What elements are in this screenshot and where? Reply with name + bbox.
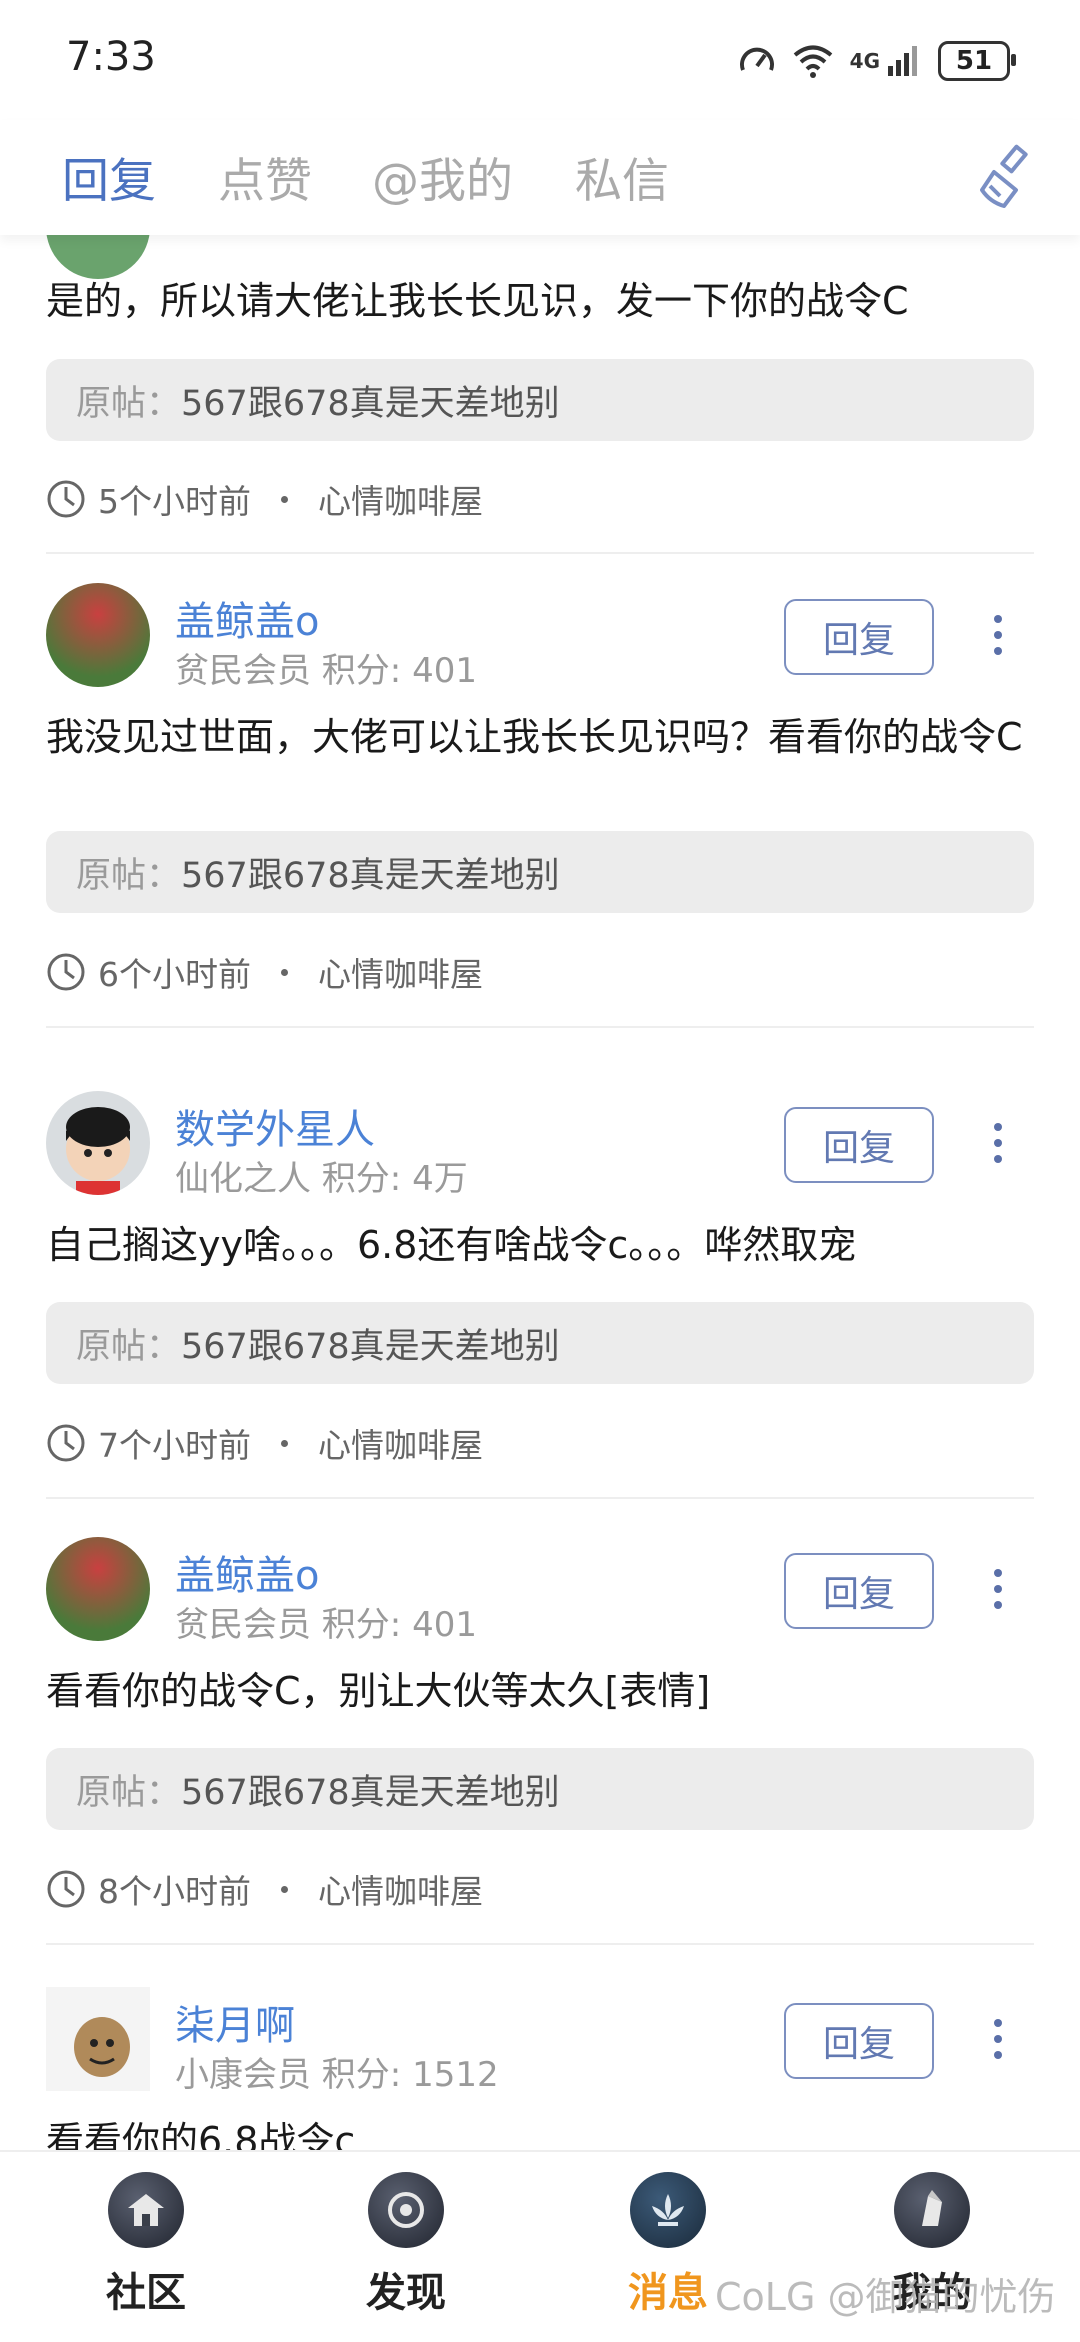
message-icon [630, 2172, 706, 2248]
wifi-icon [793, 45, 832, 78]
username[interactable]: 盖鲸盖o [175, 1543, 319, 1601]
reply-time: 7个小时前 [98, 1426, 251, 1465]
reply-button[interactable]: 回复 [784, 2003, 934, 2079]
reply-content[interactable]: 自己搁这yy啥。。。6.8还有啥战令c。。。哗然取宠 [46, 1219, 1026, 1271]
original-post-label: 原帖： [76, 1326, 182, 1367]
separator-dot [281, 1885, 288, 1893]
divider [46, 1943, 1034, 1945]
clock-icon [47, 480, 85, 518]
divider [46, 1026, 1034, 1028]
reply-footer: 8个小时前 心情咖啡屋 [46, 1864, 483, 1914]
reply-footer: 7个小时前 心情咖啡屋 [46, 1418, 483, 1468]
more-icon[interactable] [980, 2009, 1016, 2069]
username[interactable]: 数学外星人 [175, 1097, 375, 1155]
signal-icon [888, 46, 917, 76]
reply-button[interactable]: 回复 [784, 599, 934, 675]
avatar[interactable] [46, 1987, 150, 2091]
nav-label: 发现 [366, 2270, 446, 2316]
avatar[interactable] [46, 1537, 150, 1641]
avatar[interactable] [46, 583, 150, 687]
original-post-label: 原帖： [76, 855, 182, 896]
board-name[interactable]: 心情咖啡屋 [318, 475, 483, 523]
reply-time: 5个小时前 [98, 482, 251, 521]
clock-icon [47, 1870, 85, 1908]
more-icon[interactable] [980, 1559, 1016, 1619]
board-name[interactable]: 心情咖啡屋 [318, 1865, 483, 1913]
original-post-title: 567跟678真是天差地别 [181, 1326, 560, 1367]
reply-content[interactable]: 我没见过世面，大佬可以让我长长见识吗？看看你的战令C [46, 711, 1026, 763]
board-name[interactable]: 心情咖啡屋 [318, 948, 483, 996]
clear-brush-icon[interactable] [972, 142, 1042, 212]
status-bar: 7:33 4G 51 [0, 0, 1080, 120]
user-meta: 小康会员 积分: 1512 [175, 2055, 499, 2095]
reply-feed: 是的，所以请大佬让我长长见识，发一下你的战令C 原帖： 567跟678真是天差地… [0, 235, 1080, 2150]
avatar[interactable] [46, 1091, 150, 1195]
battery-level: 51 [955, 46, 993, 76]
user-meta: 仙化之人 积分: 4万 [175, 1159, 468, 1199]
speed-icon [739, 47, 774, 71]
reply-content[interactable]: 是的，所以请大佬让我长长见识，发一下你的战令C [46, 275, 1026, 327]
avatar[interactable] [46, 235, 150, 279]
user-meta: 贫民会员 积分: 401 [175, 1605, 477, 1645]
username[interactable]: 盖鲸盖o [175, 589, 319, 647]
original-post-label: 原帖： [76, 383, 182, 424]
original-post-title: 567跟678真是天差地别 [181, 1772, 560, 1813]
original-post[interactable]: 原帖： 567跟678真是天差地别 [46, 1302, 1034, 1384]
separator-dot [281, 495, 288, 503]
watermark: CoLG @御猫的忧伤 [715, 2275, 1056, 2319]
status-time: 7:33 [66, 34, 156, 80]
more-icon[interactable] [980, 605, 1016, 665]
tab-private-messages[interactable]: 私信 [575, 142, 669, 211]
separator-dot [281, 1439, 288, 1447]
tab-mentions[interactable]: @我的 [372, 142, 513, 211]
reply-content[interactable]: 看看你的6.8战令c [46, 2115, 1026, 2150]
username[interactable]: 柒月啊 [175, 1993, 295, 2051]
message-tabs: 回复 点赞 @我的 私信 [0, 120, 1080, 235]
community-icon [108, 2172, 184, 2248]
profile-icon [894, 2172, 970, 2248]
divider [46, 1497, 1034, 1499]
more-icon[interactable] [980, 1113, 1016, 1173]
tab-likes[interactable]: 点赞 [218, 142, 312, 211]
original-post[interactable]: 原帖： 567跟678真是天差地别 [46, 359, 1034, 441]
reply-button[interactable]: 回复 [784, 1553, 934, 1629]
reply-footer: 5个小时前 心情咖啡屋 [46, 474, 483, 524]
original-post-label: 原帖： [76, 1772, 182, 1813]
reply-content[interactable]: 看看你的战令C，别让大伙等太久[表情] [46, 1665, 1026, 1717]
reply-button[interactable]: 回复 [784, 1107, 934, 1183]
original-post[interactable]: 原帖： 567跟678真是天差地别 [46, 831, 1034, 913]
divider [46, 552, 1034, 554]
tab-reply[interactable]: 回复 [62, 142, 156, 211]
nav-community[interactable]: 社区 [66, 2172, 226, 2318]
user-meta: 贫民会员 积分: 401 [175, 651, 477, 691]
reply-footer: 6个小时前 心情咖啡屋 [46, 947, 483, 997]
original-post[interactable]: 原帖： 567跟678真是天差地别 [46, 1748, 1034, 1830]
clock-icon [47, 1424, 85, 1462]
nav-label: 社区 [106, 2270, 186, 2316]
reply-time: 6个小时前 [98, 955, 251, 994]
reply-time: 8个小时前 [98, 1872, 251, 1911]
discover-icon [368, 2172, 444, 2248]
board-name[interactable]: 心情咖啡屋 [318, 1419, 483, 1467]
original-post-title: 567跟678真是天差地别 [181, 855, 560, 896]
battery-icon: 51 [938, 41, 1016, 81]
nav-discover[interactable]: 发现 [326, 2172, 486, 2318]
network-label: 4G [849, 49, 880, 73]
clock-icon [47, 953, 85, 991]
original-post-title: 567跟678真是天差地别 [181, 383, 560, 424]
separator-dot [281, 968, 288, 976]
status-icons: 4G 51 [738, 36, 1016, 86]
